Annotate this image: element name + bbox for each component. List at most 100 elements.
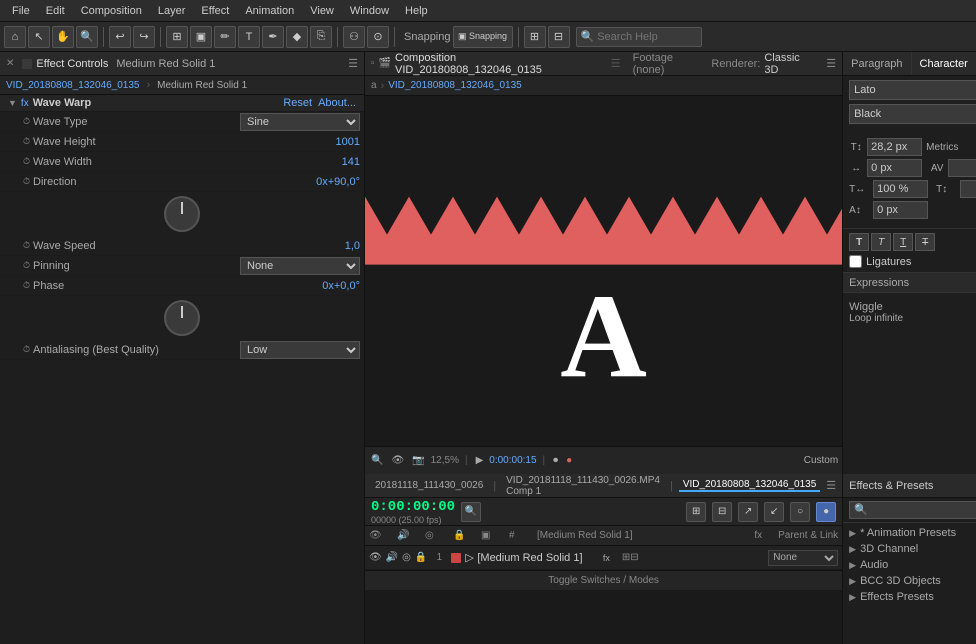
scale-v-input[interactable] xyxy=(960,180,976,198)
aa-dropdown[interactable]: Low High xyxy=(240,341,360,359)
panel-close-btn[interactable]: ✕ xyxy=(6,58,14,69)
hand-tool[interactable]: ✋ xyxy=(52,26,74,48)
home-btn[interactable]: ⌂ xyxy=(4,26,26,48)
format-btn-T4[interactable]: T xyxy=(915,233,935,251)
breadcrumb-comp[interactable]: VID_20180808_132046_0135 xyxy=(388,80,521,91)
timeline-ctrl-2[interactable]: ⊟ xyxy=(712,502,732,522)
shape-tool[interactable]: ◆ xyxy=(286,26,308,48)
menu-effect[interactable]: Effect xyxy=(193,3,237,19)
baseline-input[interactable] xyxy=(873,201,928,219)
zoom-tool[interactable]: 🔍 xyxy=(76,26,98,48)
tab-paragraph[interactable]: Paragraph xyxy=(843,52,911,75)
timeline-ctrl-5[interactable]: ○ xyxy=(790,502,810,522)
pinning-stopwatch[interactable]: ⏱ xyxy=(23,260,30,271)
undo-btn[interactable]: ↩ xyxy=(109,26,131,48)
timeline-ctrl-6[interactable]: ● xyxy=(816,502,836,522)
font-size-input[interactable] xyxy=(867,138,922,156)
direction-stopwatch[interactable]: ⏱ xyxy=(23,176,30,187)
fx-about-btn[interactable]: About... xyxy=(318,97,356,109)
pen-tool[interactable]: ✒ xyxy=(262,26,284,48)
comp-play-btn[interactable]: ▶ xyxy=(474,455,486,466)
menu-composition[interactable]: Composition xyxy=(73,3,150,19)
phase-value[interactable]: 0x+0,0° xyxy=(322,280,360,292)
timeline-ctrl-1[interactable]: ⊞ xyxy=(686,502,706,522)
kerning-input[interactable] xyxy=(948,159,976,177)
layer-lock[interactable]: 🔒 xyxy=(415,552,427,563)
layer-solo[interactable]: ◎ xyxy=(402,552,411,563)
puppet-tool[interactable]: ⚇ xyxy=(343,26,365,48)
menu-file[interactable]: File xyxy=(4,3,38,19)
search-input[interactable] xyxy=(597,31,697,43)
layer-fx-icon[interactable]: fx xyxy=(603,553,610,563)
wave-height-stopwatch[interactable]: ⏱ xyxy=(23,136,30,147)
zoom-value[interactable]: 12,5% xyxy=(431,455,459,466)
layer-name-label[interactable]: [Medium Red Solid 1] xyxy=(477,552,599,564)
expand-btn[interactable]: ⊞ xyxy=(524,26,546,48)
comp-record-btn[interactable]: ⏺ xyxy=(551,455,560,466)
snapping-toggle[interactable]: ▣ Snapping xyxy=(453,26,513,48)
font-name-select[interactable]: Lato xyxy=(849,80,976,100)
format-btn-T2[interactable]: T xyxy=(871,233,891,251)
format-btn-T3[interactable]: T xyxy=(893,233,913,251)
redo-btn[interactable]: ↪ xyxy=(133,26,155,48)
layer-expand-chevron[interactable]: ▷ xyxy=(465,551,473,564)
select-tool[interactable]: ↖ xyxy=(28,26,50,48)
custom-view-btn[interactable]: Custom xyxy=(804,455,838,466)
aa-stopwatch[interactable]: ⏱ xyxy=(23,344,30,355)
tree-item-anim-presets[interactable]: ▶ * Animation Presets xyxy=(843,525,976,541)
comp-menu-icon[interactable]: ☰ xyxy=(826,57,836,70)
effects-search-input[interactable] xyxy=(849,501,976,519)
toggle-switches-label[interactable]: Toggle Switches / Modes xyxy=(548,575,659,586)
direction-value[interactable]: 0x+90,0° xyxy=(316,176,360,188)
timeline-ctrl-4[interactable]: ↙ xyxy=(764,502,784,522)
wave-speed-stopwatch[interactable]: ⏱ xyxy=(23,240,30,251)
phase-stopwatch[interactable]: ⏱ xyxy=(23,280,30,291)
layer-parent-select[interactable]: None xyxy=(768,550,838,566)
time-display[interactable]: 0:00:00:00 xyxy=(371,499,455,515)
mask-btn[interactable]: ▣ xyxy=(190,26,212,48)
ligatures-checkbox[interactable] xyxy=(849,255,862,268)
menu-animation[interactable]: Animation xyxy=(237,3,302,19)
layer-audio[interactable]: 🔊 xyxy=(386,552,398,563)
tree-item-effects-presets[interactable]: ▶ Effects Presets xyxy=(843,589,976,605)
menu-layer[interactable]: Layer xyxy=(150,3,194,19)
scale-h-input[interactable] xyxy=(873,180,928,198)
timeline-tab-1[interactable]: VID_20181118_111430_0026.MP4 Comp 1 xyxy=(502,475,664,497)
comp-zoom-btn[interactable]: 🔍 xyxy=(369,455,385,466)
comp-color-btn[interactable]: ● xyxy=(564,455,574,466)
comp-tab-label[interactable]: Composition VID_20180808_132046_0135 xyxy=(395,52,605,76)
tree-item-bcc[interactable]: ▶ BCC 3D Objects xyxy=(843,573,976,589)
direction-dial[interactable] xyxy=(164,196,200,232)
brush-btn[interactable]: ✏ xyxy=(214,26,236,48)
tree-item-audio[interactable]: ▶ Audio xyxy=(843,557,976,573)
layout-btn[interactable]: ⊟ xyxy=(548,26,570,48)
layer-switches[interactable]: ⊞⊟ xyxy=(622,552,639,563)
phase-dial[interactable] xyxy=(164,300,200,336)
wave-type-dropdown[interactable]: Sine Square Triangle xyxy=(240,113,360,131)
text-tool[interactable]: T xyxy=(238,26,260,48)
pinning-dropdown[interactable]: None Pin All xyxy=(240,257,360,275)
format-btn-T1[interactable]: T xyxy=(849,233,869,251)
wave-speed-value[interactable]: 1,0 xyxy=(345,240,360,252)
panel-menu-icon[interactable]: ☰ xyxy=(348,57,358,70)
comp-view-btn[interactable]: 👁 xyxy=(389,455,406,466)
wave-height-value[interactable]: 1001 xyxy=(336,136,360,148)
comp-camera-btn[interactable]: 📷 xyxy=(410,455,426,466)
clone-btn[interactable]: ⎘ xyxy=(310,26,332,48)
roto-tool[interactable]: ⊙ xyxy=(367,26,389,48)
search-comp-btn[interactable]: 🔍 xyxy=(461,502,481,522)
timeline-ctrl-3[interactable]: ↗ xyxy=(738,502,758,522)
indent-input[interactable] xyxy=(867,159,922,177)
menu-view[interactable]: View xyxy=(302,3,342,19)
menu-edit[interactable]: Edit xyxy=(38,3,73,19)
fx-expand-chevron[interactable]: ▼ xyxy=(8,98,17,108)
tab-effect-controls[interactable]: Effect Controls xyxy=(36,58,108,70)
fx-reset-btn[interactable]: Reset xyxy=(283,97,312,109)
timeline-tab-2[interactable]: VID_20180808_132046_0135 xyxy=(679,479,820,492)
timeline-tab-0[interactable]: 20181118_111430_0026 xyxy=(371,480,487,491)
wave-type-stopwatch[interactable]: ⏱ xyxy=(23,116,30,127)
transform-btn[interactable]: ⊞ xyxy=(166,26,188,48)
tree-item-3d[interactable]: ▶ 3D Channel xyxy=(843,541,976,557)
menu-window[interactable]: Window xyxy=(342,3,397,19)
font-style-select[interactable]: Black xyxy=(849,104,976,124)
